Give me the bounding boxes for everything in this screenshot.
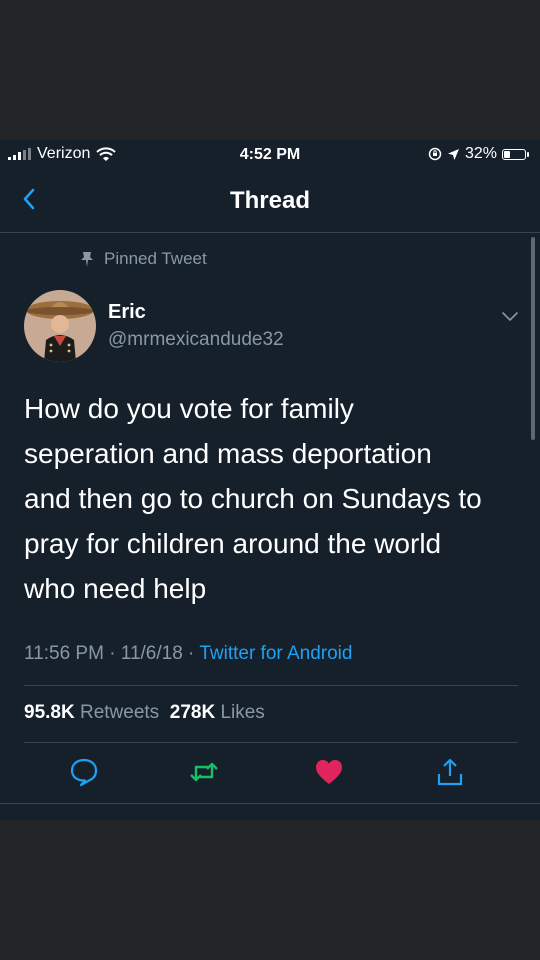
rotation-lock-icon xyxy=(428,147,442,161)
share-icon[interactable] xyxy=(434,756,466,788)
tweet-text-line: and then go to church on Sundays to xyxy=(24,483,482,514)
tweet-source-link[interactable]: Twitter for Android xyxy=(199,643,352,664)
battery-fill xyxy=(504,150,510,158)
divider xyxy=(0,803,540,804)
app-screen: Verizon 4:52 PM 32% Thread Pinned Tweet xyxy=(0,140,540,820)
reply-icon[interactable] xyxy=(68,756,100,788)
pinned-tweet-indicator: Pinned Tweet xyxy=(80,249,207,269)
like-heart-icon[interactable] xyxy=(313,756,345,788)
author-handle[interactable]: @mrmexicandude32 xyxy=(108,329,284,351)
battery-percent: 32% xyxy=(464,145,497,162)
page-title: Thread xyxy=(229,187,310,214)
tweet-metadata: 11:56 PM · 11/6/18 · Twitter for Android xyxy=(24,643,352,665)
thread-header: Thread xyxy=(0,170,540,233)
tweet-timestamp: 11:56 PM · 11/6/18 · xyxy=(24,643,200,664)
tweet-text-line: who need help xyxy=(24,573,207,604)
tweet-text-line: How do you vote for family xyxy=(24,393,354,424)
pinned-label: Pinned Tweet xyxy=(104,249,207,268)
tweet-text-line: pray for children around the world xyxy=(24,528,442,559)
avatar[interactable] xyxy=(24,290,96,362)
likes-count[interactable]: 278K xyxy=(170,702,215,723)
likes-label[interactable]: Likes xyxy=(220,702,264,723)
scrollbar[interactable] xyxy=(531,237,535,440)
retweets-label[interactable]: Retweets xyxy=(80,702,159,723)
author-name[interactable]: Eric xyxy=(108,301,146,324)
retweets-count[interactable]: 95.8K xyxy=(24,702,75,723)
retweet-icon[interactable] xyxy=(188,756,220,788)
chevron-down-icon[interactable] xyxy=(500,310,520,324)
tweet-text: How do you vote for family seperation an… xyxy=(24,386,524,611)
location-arrow-icon xyxy=(447,148,459,160)
divider xyxy=(24,742,518,743)
pin-icon xyxy=(81,252,93,267)
status-bar: Verizon 4:52 PM 32% xyxy=(0,140,540,170)
tweet-text-line: seperation and mass deportation xyxy=(24,438,432,469)
battery-icon xyxy=(502,148,529,160)
engagement-stats: 95.8K Retweets 278K Likes xyxy=(24,702,265,724)
divider xyxy=(24,685,518,686)
